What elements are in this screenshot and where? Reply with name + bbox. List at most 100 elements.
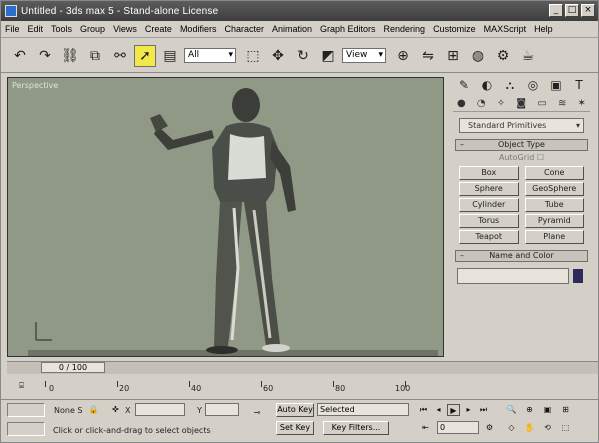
geometry-icon[interactable]: ● xyxy=(457,98,466,109)
perspective-viewport[interactable]: Perspective xyxy=(7,77,444,357)
select-region-icon[interactable]: ⬚ xyxy=(242,45,264,67)
select-move-icon[interactable]: ✥ xyxy=(267,45,289,67)
space-warps-icon[interactable]: ≋ xyxy=(558,98,566,109)
set-key-button[interactable]: Set Key xyxy=(276,421,314,435)
object-category-dropdown[interactable]: Standard Primitives xyxy=(459,118,584,133)
modify-tab-icon[interactable]: ◐ xyxy=(478,76,496,94)
hierarchy-tab-icon[interactable]: ⛬ xyxy=(501,76,519,94)
pivot-center-icon[interactable]: ⊕ xyxy=(392,45,414,67)
y-coordinate-field[interactable] xyxy=(205,403,239,416)
key-mode-icon[interactable]: ⊸ xyxy=(247,407,267,419)
object-name-field[interactable] xyxy=(457,268,569,284)
maxscript-listener-field[interactable] xyxy=(7,403,45,417)
select-object-icon[interactable]: ➚ xyxy=(134,44,156,67)
tube-button[interactable]: Tube xyxy=(524,198,584,212)
app-icon xyxy=(5,5,17,17)
selection-filter-select[interactable]: All xyxy=(184,48,236,63)
utilities-tab-icon[interactable]: T xyxy=(570,76,588,94)
menu-help[interactable]: Help xyxy=(534,24,553,34)
geosphere-button[interactable]: GeoSphere xyxy=(524,182,584,196)
pyramid-button[interactable]: Pyramid xyxy=(524,214,584,228)
zoom-all-icon[interactable]: ⊕ xyxy=(523,404,536,416)
key-filters-button[interactable]: Key Filters... xyxy=(323,421,389,435)
title-bar: Untitled - 3ds max 5 - Stand-alone Licen… xyxy=(1,1,598,21)
menu-file[interactable]: File xyxy=(5,24,20,34)
pan-icon[interactable]: ✋ xyxy=(523,422,536,434)
reference-coordinate-select[interactable]: View xyxy=(342,48,386,63)
previous-frame-icon[interactable]: ◂ xyxy=(432,404,445,416)
helpers-icon[interactable]: ▭ xyxy=(537,98,546,109)
menu-animation[interactable]: Animation xyxy=(272,24,312,34)
menu-tools[interactable]: Tools xyxy=(51,24,72,34)
menu-create[interactable]: Create xyxy=(145,24,172,34)
zoom-extents-all-icon[interactable]: ⊞ xyxy=(559,404,572,416)
sphere-button[interactable]: Sphere xyxy=(459,182,519,196)
menu-edit[interactable]: Edit xyxy=(28,24,44,34)
menu-rendering[interactable]: Rendering xyxy=(384,24,426,34)
object-color-swatch[interactable] xyxy=(573,269,583,283)
shapes-icon[interactable]: ◔ xyxy=(477,98,486,109)
lights-icon[interactable]: ✧ xyxy=(497,98,505,109)
undo-icon[interactable]: ↶ xyxy=(9,45,31,67)
menu-views[interactable]: Views xyxy=(113,24,137,34)
track-bar-icon[interactable]: ⌸ xyxy=(15,380,28,392)
lock-selection-icon[interactable]: 🔒 xyxy=(87,404,100,416)
maximize-button[interactable]: □ xyxy=(565,4,579,17)
link-icon[interactable]: ⛓ xyxy=(59,45,81,67)
box-button[interactable]: Box xyxy=(459,166,519,180)
autogrid-checkbox[interactable]: AutoGrid ☐ xyxy=(453,153,590,162)
field-of-view-icon[interactable]: ◇ xyxy=(505,422,518,434)
window-title: Untitled - 3ds max 5 - Stand-alone Licen… xyxy=(21,5,219,17)
close-button[interactable]: × xyxy=(581,4,595,17)
current-frame-field[interactable]: 0 xyxy=(437,421,479,434)
quick-render-icon[interactable]: ☕ xyxy=(517,45,539,67)
plane-button[interactable]: Plane xyxy=(524,230,584,244)
cone-button[interactable]: Cone xyxy=(524,166,584,180)
play-icon[interactable]: ▶ xyxy=(447,404,460,416)
select-by-name-icon[interactable]: ▤ xyxy=(159,45,181,67)
cylinder-button[interactable]: Cylinder xyxy=(459,198,519,212)
arc-rotate-icon[interactable]: ⟲ xyxy=(541,422,554,434)
timeline-ruler[interactable]: 0 20 40 60 80 100 xyxy=(45,377,410,397)
next-frame-icon[interactable]: ▸ xyxy=(462,404,475,416)
unlink-icon[interactable]: ⧉ xyxy=(84,45,106,67)
x-coordinate-field[interactable] xyxy=(135,403,185,416)
teapot-button[interactable]: Teapot xyxy=(459,230,519,244)
key-set-dropdown[interactable]: Selected xyxy=(317,403,409,416)
go-to-end-icon[interactable]: ⏭ xyxy=(477,404,490,416)
zoom-icon[interactable]: 🔍 xyxy=(505,404,518,416)
auto-key-button[interactable]: Auto Key xyxy=(276,403,314,417)
absolute-mode-icon[interactable]: ✜ xyxy=(109,404,122,416)
mirror-icon[interactable]: ⇋ xyxy=(417,45,439,67)
menu-character[interactable]: Character xyxy=(224,24,264,34)
select-scale-icon[interactable]: ◩ xyxy=(317,45,339,67)
maxscript-mini-field[interactable] xyxy=(7,422,45,436)
align-icon[interactable]: ⊞ xyxy=(442,45,464,67)
key-mode-toggle-icon[interactable]: ⇤ xyxy=(419,422,432,434)
minimize-button[interactable]: _ xyxy=(549,4,563,17)
select-rotate-icon[interactable]: ↻ xyxy=(292,45,314,67)
redo-icon[interactable]: ↷ xyxy=(34,45,56,67)
bind-space-warp-icon[interactable]: ⚯ xyxy=(109,45,131,67)
cameras-icon[interactable]: ◙ xyxy=(516,98,526,109)
menu-graph-editors[interactable]: Graph Editors xyxy=(320,24,376,34)
menu-modifiers[interactable]: Modifiers xyxy=(180,24,217,34)
motion-tab-icon[interactable]: ◎ xyxy=(524,76,542,94)
render-scene-icon[interactable]: ⚙ xyxy=(492,45,514,67)
menu-group[interactable]: Group xyxy=(80,24,105,34)
create-tab-icon[interactable]: ✎ xyxy=(455,76,473,94)
menu-customize[interactable]: Customize xyxy=(433,24,476,34)
object-type-rollout[interactable]: Object Type xyxy=(455,139,588,151)
material-editor-icon[interactable]: ◍ xyxy=(467,45,489,67)
maximize-viewport-icon[interactable]: ⬚ xyxy=(559,422,572,434)
zoom-extents-icon[interactable]: ▣ xyxy=(541,404,554,416)
time-slider-thumb[interactable]: 0 / 100 xyxy=(41,362,105,373)
menu-maxscript[interactable]: MAXScript xyxy=(484,24,527,34)
display-tab-icon[interactable]: ▣ xyxy=(547,76,565,94)
name-color-rollout[interactable]: Name and Color xyxy=(455,250,588,262)
torus-button[interactable]: Torus xyxy=(459,214,519,228)
systems-icon[interactable]: ✶ xyxy=(578,98,586,109)
tick-label: 20 xyxy=(119,384,130,393)
time-configuration-icon[interactable]: ⚙ xyxy=(483,422,496,434)
go-to-start-icon[interactable]: ⏮ xyxy=(417,404,430,416)
